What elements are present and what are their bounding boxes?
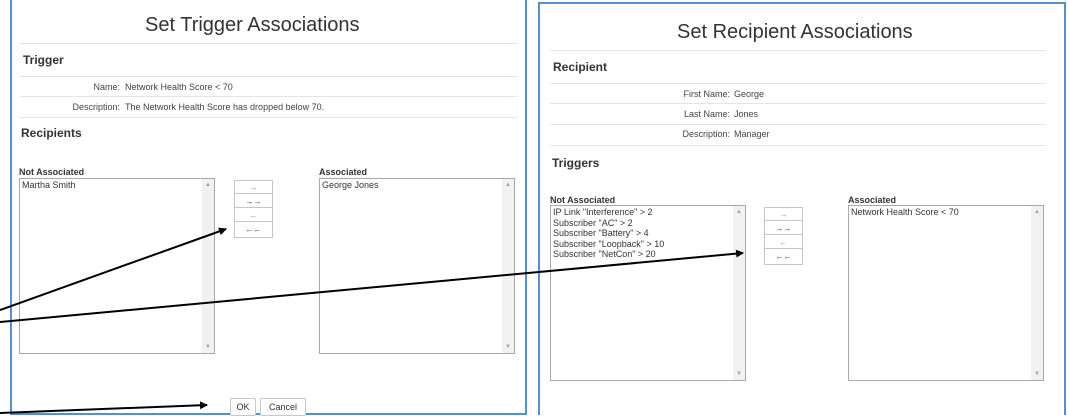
annotation-arrows [0, 227, 744, 414]
annotation-arrow-move-button [0, 227, 227, 311]
annotation-arrow-recipient-move-button [0, 249, 744, 323]
annotation-arrow-ok-button [0, 401, 208, 414]
